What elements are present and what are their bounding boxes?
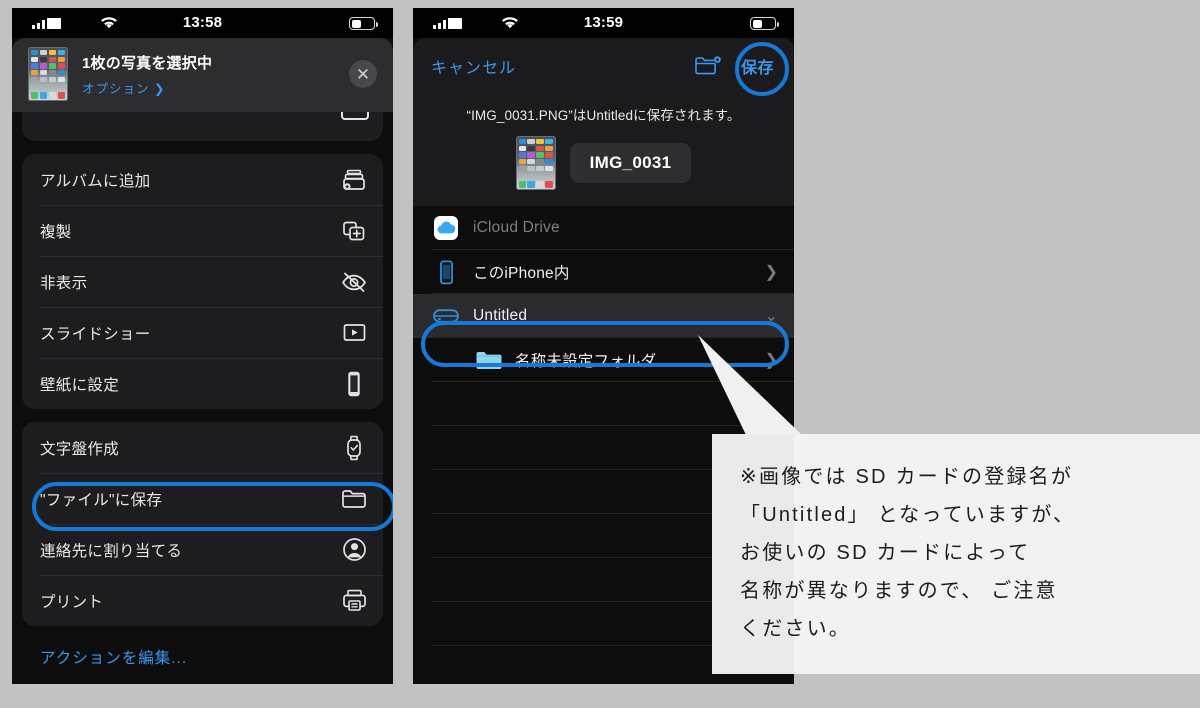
location-row-on-my-iphone[interactable]: このiPhone内 ❯	[413, 250, 794, 294]
file-name-input[interactable]: IMG_0031	[569, 143, 692, 183]
cancel-button[interactable]: キャンセル	[431, 54, 691, 78]
highlight-circle-save-button	[735, 42, 789, 96]
share-sheet-options-link[interactable]: オプション ❯	[82, 78, 349, 97]
location-label: このiPhone内	[473, 265, 570, 282]
share-sheet-title: 1枚の写真を選択中	[82, 54, 213, 72]
menu-item-hide[interactable]: 非表示	[22, 256, 383, 307]
slideshow-play-icon	[339, 319, 369, 347]
folder-blue-icon	[475, 350, 503, 371]
menu-item-slideshow[interactable]: スライドショー	[22, 307, 383, 358]
share-sheet-header: 1枚の写真を選択中 オプション ❯ ✕	[12, 38, 393, 112]
screenshot-stage: 13:58 1枚の写真を選択中 オプション ❯ ✕ アルバムに追加 複製 非表示…	[0, 0, 1200, 708]
menu-item-assign-to-contact[interactable]: 連絡先に割り当てる	[22, 524, 383, 575]
callout-text: ※画像では SD カードの登録名が 「Untitled」 となっていますが、 お…	[740, 466, 1076, 640]
external-drive-icon	[431, 306, 461, 326]
share-sheet: 1枚の写真を選択中 オプション ❯ ✕ アルバムに追加 複製 非表示 スライドシ…	[12, 38, 393, 684]
left-phone-screenshot: 13:58 1枚の写真を選択中 オプション ❯ ✕ アルバムに追加 複製 非表示…	[12, 8, 393, 684]
menu-item-print[interactable]: プリント	[22, 575, 383, 626]
new-folder-icon[interactable]	[691, 52, 725, 80]
icloud-drive-icon	[431, 215, 461, 241]
right-status-bar: 13:59	[413, 8, 794, 38]
contact-person-icon	[339, 536, 369, 564]
left-status-time: 13:58	[182, 14, 223, 31]
menu-item-set-wallpaper[interactable]: 壁紙に設定	[22, 358, 383, 409]
partial-actions-card	[22, 112, 383, 141]
file-name-row: IMG_0031	[413, 124, 794, 206]
menu-item-label: "ファイル"に保存	[40, 491, 163, 509]
menu-item-duplicate[interactable]: 複製	[22, 205, 383, 256]
share-sheet-text: 1枚の写真を選択中 オプション ❯	[82, 52, 349, 97]
location-row-untitled-folder[interactable]: 名称未設定フォルダ ❯	[413, 338, 794, 382]
callout-note: ※画像では SD カードの登録名が 「Untitled」 となっていますが、 お…	[712, 434, 1200, 674]
location-label: Untitled	[473, 307, 528, 324]
edit-actions-link[interactable]: アクションを編集...	[22, 626, 383, 668]
photo-thumbnail	[28, 47, 68, 101]
add-to-album-icon	[339, 166, 369, 194]
menu-item-create-watch-face[interactable]: 文字盤作成	[22, 422, 383, 473]
menu-item-label: アルバムに追加	[40, 172, 151, 190]
menu-item-label: 複製	[40, 223, 72, 241]
menu-group-1: アルバムに追加 複製 非表示 スライドショー 壁紙に設定	[22, 154, 383, 409]
battery-icon	[349, 17, 378, 30]
watch-face-icon	[339, 434, 369, 462]
empty-list-row	[413, 382, 794, 426]
iphone-icon	[431, 259, 461, 285]
chevron-right-icon: ❯	[764, 264, 778, 281]
menu-item-add-to-album[interactable]: アルバムに追加	[22, 154, 383, 205]
menu-group-2: 文字盤作成 "ファイル"に保存 連絡先に割り当てる プリント	[22, 422, 383, 626]
printer-icon	[339, 587, 369, 615]
set-wallpaper-iphone-icon	[339, 370, 369, 398]
menu-item-label: スライドショー	[40, 325, 151, 343]
menu-item-save-to-files[interactable]: "ファイル"に保存	[22, 473, 383, 524]
hide-eye-slash-icon	[339, 268, 369, 296]
folder-icon	[339, 485, 369, 513]
cropped-icon	[341, 112, 369, 120]
location-label: 名称未設定フォルダ	[515, 353, 657, 370]
menu-item-label: 連絡先に割り当てる	[40, 542, 183, 560]
photo-thumbnail	[515, 136, 556, 190]
location-row-untitled[interactable]: Untitled ⌄	[413, 294, 794, 338]
menu-item-label: 非表示	[40, 274, 88, 292]
location-label: iCloud Drive	[473, 219, 560, 236]
menu-item-label: プリント	[40, 593, 104, 611]
save-destination-description: “IMG_0031.PNG”はUntitledに保存されます。	[413, 94, 794, 124]
menu-item-label: 壁紙に設定	[40, 376, 120, 394]
left-status-bar: 13:58	[12, 8, 393, 38]
duplicate-icon	[339, 217, 369, 245]
chevron-right-icon: ❯	[764, 352, 778, 369]
battery-icon	[750, 17, 779, 30]
location-row-icloud-drive[interactable]: iCloud Drive	[413, 206, 794, 250]
right-status-time: 13:59	[583, 14, 624, 31]
close-icon[interactable]: ✕	[349, 60, 377, 88]
chevron-down-icon: ⌄	[764, 308, 778, 325]
menu-item-label: 文字盤作成	[40, 440, 120, 458]
